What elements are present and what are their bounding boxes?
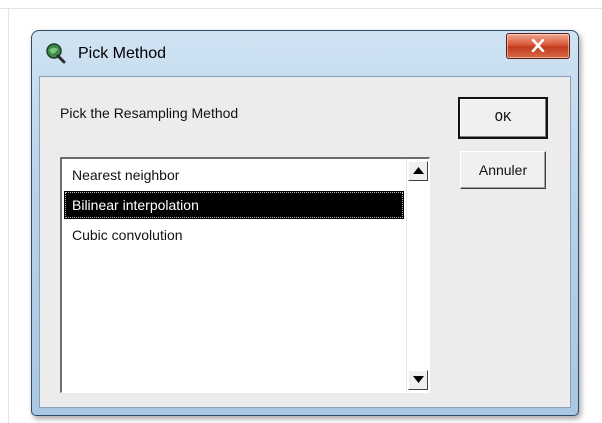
- page-border-top: [0, 8, 602, 9]
- arrow-up-icon: [413, 167, 424, 174]
- page-border-left: [8, 8, 9, 423]
- list-item-bilinear-interpolation[interactable]: Bilinear interpolation: [64, 191, 404, 219]
- ok-button[interactable]: OK: [458, 97, 548, 139]
- method-listbox[interactable]: Nearest neighbor Bilinear interpolation …: [60, 157, 430, 393]
- list-item-cubic-convolution[interactable]: Cubic convolution: [64, 221, 404, 249]
- arrow-down-icon: [413, 376, 424, 383]
- scroll-down-button[interactable]: [408, 370, 428, 390]
- title-bar[interactable]: Pick Method: [32, 31, 578, 77]
- cancel-button[interactable]: Annuler: [460, 151, 546, 189]
- method-list: Nearest neighbor Bilinear interpolation …: [64, 161, 404, 251]
- prompt-label: Pick the Resampling Method: [60, 105, 239, 121]
- list-scrollbar[interactable]: [406, 159, 429, 392]
- scroll-up-button[interactable]: [408, 161, 428, 181]
- list-item-nearest-neighbor[interactable]: Nearest neighbor: [64, 161, 404, 189]
- magnifier-globe-icon: [44, 42, 66, 64]
- window-title: Pick Method: [78, 45, 167, 62]
- dialog-client-area: Pick the Resampling Method OK Annuler Ne…: [39, 76, 571, 408]
- close-button[interactable]: [506, 33, 570, 59]
- pick-method-dialog: Pick Method Pick the Resampling Method O…: [31, 30, 579, 416]
- close-icon: [531, 39, 545, 52]
